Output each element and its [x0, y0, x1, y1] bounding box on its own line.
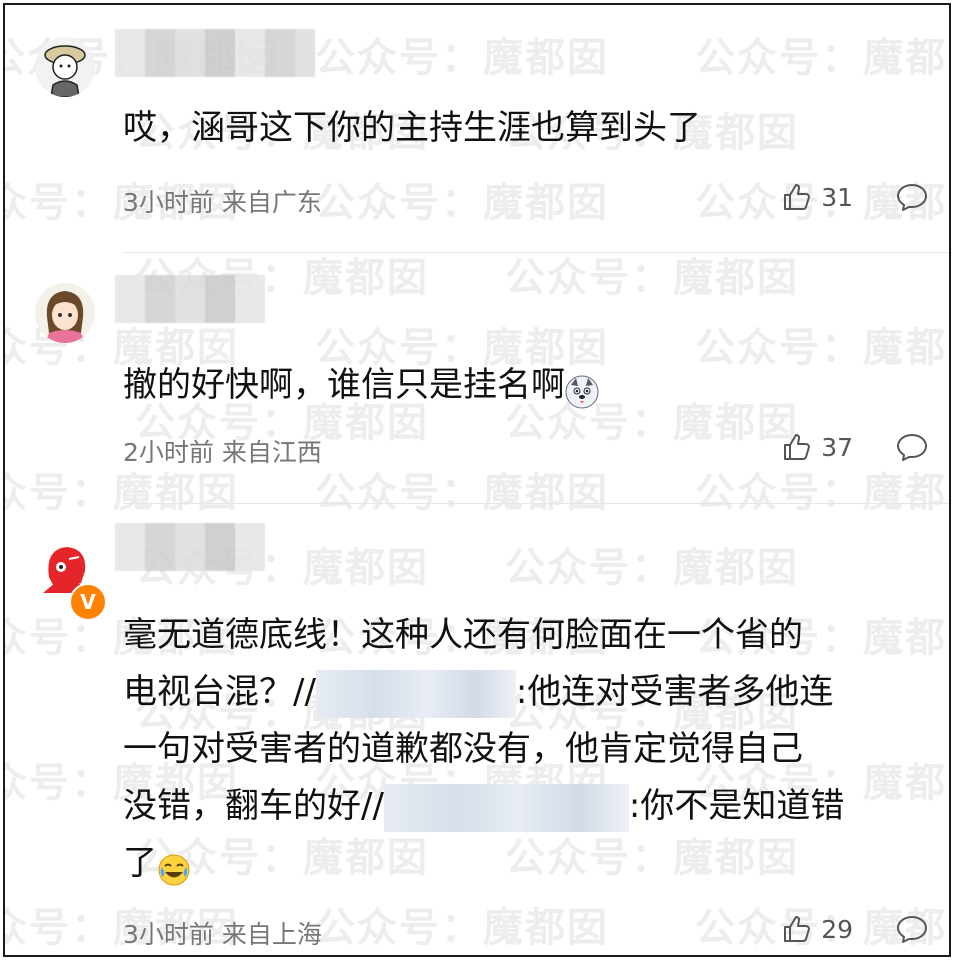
comment-meta: 3小时前 来自上海	[123, 920, 322, 949]
comment-text: 撤的好快啊，谁信只是挂名啊	[123, 357, 939, 414]
thumbs-up-icon[interactable]	[781, 913, 813, 945]
like-count: 29	[821, 914, 853, 944]
like-count: 31	[821, 182, 853, 212]
comment-item: 撤的好快啊，谁信只是挂名啊 2小时前 来自江西 37	[5, 253, 949, 503]
comment-line: 电视台混？// :他连对受害者多他连	[123, 664, 945, 721]
thumbs-up-icon[interactable]	[781, 181, 813, 213]
comment-line-text: 了	[123, 843, 157, 883]
username-redacted	[115, 275, 265, 323]
comment-line-text: :他连对受害者多他连	[515, 672, 834, 712]
reply-bubble-icon[interactable]	[895, 914, 929, 944]
username-redacted	[115, 523, 265, 571]
comment-line: 没错，翻车的好// :你不是知道错	[123, 778, 945, 835]
avatar[interactable]	[35, 283, 95, 343]
comment-line: 毫无道德底线！这种人还有何脸面在一个省的	[123, 615, 803, 655]
divider	[123, 503, 949, 504]
laughing-crying-emoji-icon	[157, 848, 191, 885]
comment-meta: 3小时前 来自广东	[123, 188, 322, 217]
reply-bubble-icon[interactable]	[895, 182, 929, 212]
comment-text: 哎，涵哥这下你的主持生涯也算到头了	[123, 108, 701, 148]
husky-emoji-icon	[565, 370, 599, 408]
comment-actions: 31	[781, 181, 929, 213]
verified-badge: V	[69, 583, 107, 621]
avatar[interactable]	[35, 37, 95, 97]
comment-list: 公众号：魔都囡 公众号：魔都囡 公众号：魔都囡 公众号：魔都囡 公众号：魔都囡 …	[3, 3, 951, 957]
comment-line: 一句对受害者的道歉都没有，他肯定觉得自己	[123, 729, 803, 769]
mention-redacted	[383, 783, 629, 832]
comment-line-text: 电视台混？//	[123, 672, 316, 712]
mention-redacted	[315, 669, 516, 718]
comment-text-content: 撤的好快啊，谁信只是挂名啊	[123, 365, 565, 405]
comment-item: 哎，涵哥这下你的主持生涯也算到头了 3小时前 来自广东 31	[5, 5, 949, 250]
comment-item: V 毫无道德底线！这种人还有何脸面在一个省的 电视台混？// :他连对受害者多他连…	[5, 505, 949, 955]
comment-text: 毫无道德底线！这种人还有何脸面在一个省的 电视台混？// :他连对受害者多他连 一…	[123, 607, 945, 892]
reply-bubble-icon[interactable]	[895, 432, 929, 462]
comment-line: 了	[123, 835, 945, 892]
comment-actions: 29	[781, 913, 929, 945]
username-redacted	[115, 29, 315, 77]
comment-line-text: 没错，翻车的好//	[123, 786, 384, 826]
thumbs-up-icon[interactable]	[781, 431, 813, 463]
comment-line-text: :你不是知道错	[628, 786, 845, 826]
comment-meta: 2小时前 来自江西	[123, 438, 322, 467]
like-count: 37	[821, 432, 853, 462]
comment-actions: 37	[781, 431, 929, 463]
